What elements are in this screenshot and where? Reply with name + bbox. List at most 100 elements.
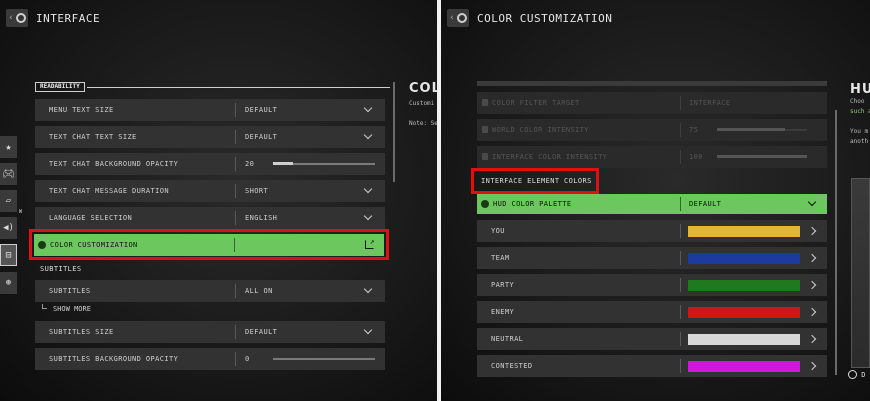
scrollbar[interactable] [393, 82, 395, 182]
detail-desc-line: anoth [850, 138, 869, 145]
setting-hud-color-palette[interactable]: HUD COLOR PALETTE DEFAULT [477, 194, 827, 214]
color-header: ‹ COLOR CUSTOMIZATION [447, 8, 612, 28]
color-swatch [688, 253, 800, 264]
color-row-enemy[interactable]: ENEMY [477, 301, 827, 323]
setting-text-chat-text-size[interactable]: TEXT CHAT TEXT SIZE DEFAULT [35, 126, 385, 148]
setting-label: TEXT CHAT TEXT SIZE [49, 133, 137, 141]
tab-interface[interactable]: ⊟ [0, 244, 17, 266]
tree-branch-icon [42, 304, 47, 309]
chevron-down-icon [363, 130, 373, 140]
opacity-slider[interactable] [273, 358, 375, 360]
row-separator [680, 359, 681, 373]
button-prompt-icon [848, 370, 857, 379]
setting-value: INTERFACE [689, 99, 731, 107]
setting-text-chat-message-duration[interactable]: TEXT CHAT MESSAGE DURATION SHORT [35, 180, 385, 202]
setting-text-chat-bg-opacity[interactable]: TEXT CHAT BACKGROUND OPACITY 20 [35, 153, 385, 175]
color-label: PARTY [491, 281, 515, 289]
lock-icon [482, 153, 488, 160]
row-separator [680, 278, 681, 292]
setting-label: WORLD COLOR INTENSITY [492, 126, 589, 134]
detail-desc-line: Choo [850, 98, 865, 105]
chevron-down-icon [363, 184, 373, 194]
setting-label: TEXT CHAT MESSAGE DURATION [49, 187, 169, 195]
tab-audio[interactable]: ◀︎) [0, 217, 17, 239]
setting-value: DEFAULT [245, 328, 278, 336]
back-button[interactable]: ‹ [447, 9, 469, 27]
setting-value: 75 [689, 126, 699, 134]
color-row-contested[interactable]: CONTESTED [477, 355, 827, 377]
setting-label: INTERFACE COLOR INTENSITY [492, 153, 608, 161]
chevron-down-icon [363, 103, 373, 113]
setting-value: 20 [245, 160, 255, 168]
chevron-down-icon [363, 211, 373, 221]
row-separator [234, 238, 235, 252]
setting-value: DEFAULT [245, 106, 278, 114]
back-circle-icon [456, 13, 467, 23]
setting-label: TEXT CHAT BACKGROUND OPACITY [49, 160, 179, 168]
chevron-left-icon: ‹ [8, 12, 14, 23]
setting-label: COLOR FILTER TARGET [492, 99, 580, 107]
setting-menu-text-size[interactable]: MENU TEXT SIZE DEFAULT [35, 99, 385, 121]
row-separator [680, 305, 681, 319]
detail-desc-line: Customi [409, 100, 435, 107]
page-title: INTERFACE [36, 11, 101, 25]
footer-hint: D [848, 370, 865, 379]
row-separator [680, 150, 681, 164]
scrollbar[interactable] [835, 110, 837, 375]
row-separator [680, 224, 681, 238]
row-separator [680, 251, 681, 265]
color-label: TEAM [491, 254, 510, 262]
detail-desc-line: You m [850, 128, 869, 135]
color-row-neutral[interactable]: NEUTRAL [477, 328, 827, 350]
setting-label: SUBTITLES BACKGROUND OPACITY [49, 355, 179, 363]
color-row-team[interactable]: TEAM [477, 247, 827, 269]
preview-image [851, 178, 870, 368]
tab-controller[interactable]: 🎮︎ [0, 163, 17, 185]
setting-color-customization[interactable]: COLOR CUSTOMIZATION ↗ [34, 234, 384, 256]
chevron-right-icon [807, 226, 817, 236]
row-separator [235, 184, 236, 198]
star-icon: ★ [5, 141, 12, 153]
setting-value: ENGLISH [245, 214, 278, 222]
section-interface-element-colors: INTERFACE ELEMENT COLORS [481, 177, 592, 185]
section-readability: READABILITY [35, 82, 390, 92]
setting-label: COLOR CUSTOMIZATION [50, 241, 138, 249]
show-more-link[interactable]: SHOW MORE [42, 304, 91, 313]
color-swatch [688, 280, 800, 291]
setting-color-filter-target: COLOR FILTER TARGET INTERFACE [477, 92, 827, 114]
row-separator [235, 284, 236, 298]
keybind-badge: W [19, 209, 23, 215]
chevron-right-icon [807, 361, 817, 371]
chevron-left-icon: ‹ [449, 12, 455, 23]
color-row-party[interactable]: PARTY [477, 274, 827, 296]
chevron-right-icon [807, 253, 817, 263]
opacity-slider-fill [273, 162, 293, 165]
interface-settings-panel: ‹ INTERFACE ★ 🎮︎ ▱ ◀︎) ⊟ ⊛ W READABILITY… [0, 0, 437, 401]
setting-label: HUD COLOR PALETTE [493, 200, 572, 208]
selected-indicator-icon [481, 200, 489, 208]
setting-subtitles-size[interactable]: SUBTITLES SIZE DEFAULT [35, 321, 385, 343]
setting-value: DEFAULT [689, 200, 722, 208]
chevron-down-icon [363, 325, 373, 335]
detail-desc-line: such a [850, 108, 870, 115]
tab-favorites[interactable]: ★ [0, 136, 17, 158]
setting-subtitles-bg-opacity[interactable]: SUBTITLES BACKGROUND OPACITY 0 [35, 348, 385, 370]
chevron-right-icon [807, 280, 817, 290]
setting-value: 100 [689, 153, 703, 161]
chevron-right-icon [807, 307, 817, 317]
tab-account[interactable]: ⊛ [0, 272, 17, 294]
back-button[interactable]: ‹ [6, 9, 28, 27]
color-row-you[interactable]: YOU [477, 220, 827, 242]
row-separator [680, 96, 681, 110]
setting-interface-color-intensity: INTERFACE COLOR INTENSITY 100 [477, 146, 827, 168]
tab-graphics[interactable]: ▱ [0, 190, 17, 212]
setting-subtitles[interactable]: SUBTITLES ALL ON [35, 280, 385, 302]
color-swatch [688, 334, 800, 345]
setting-language-selection[interactable]: LANGUAGE SELECTION ENGLISH [35, 207, 385, 229]
network-icon: ⊛ [5, 278, 12, 288]
back-circle-icon [15, 13, 26, 23]
setting-world-color-intensity: WORLD COLOR INTENSITY 75 [477, 119, 827, 141]
interface-header: ‹ INTERFACE [6, 8, 100, 28]
detail-title: HUI [850, 82, 870, 97]
setting-value: 0 [245, 355, 250, 363]
